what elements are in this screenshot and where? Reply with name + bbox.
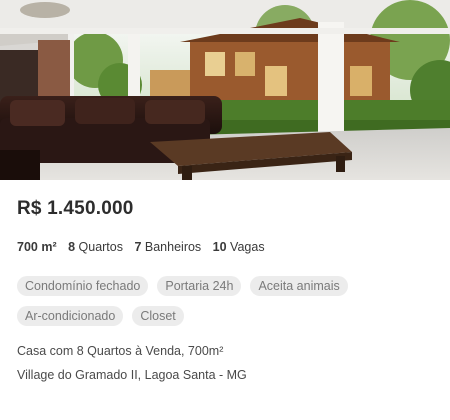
feature-area: 700 m² [17,240,57,254]
listing-features: 700 m² 8 Quartos 7 Banheiros 10 Vagas [17,240,273,254]
feature-bedrooms-label: Quartos [75,240,123,254]
tag-animais: Aceita animais [250,276,348,296]
property-photo-image [0,0,450,180]
property-photo[interactable] [0,0,450,180]
listing-title[interactable]: Casa com 8 Quartos à Venda, 700m² [17,344,223,358]
next-section-hint [17,414,277,420]
feature-parking-label: Vagas [226,240,265,254]
tag-condominio: Condomínio fechado [17,276,149,296]
amenity-tags: Condomínio fechado Portaria 24h Aceita a… [17,276,437,336]
feature-bathrooms: 7 Banheiros [134,240,201,254]
feature-parking: 10 Vagas [213,240,265,254]
feature-bathrooms-label: Banheiros [141,240,202,254]
property-card[interactable]: R$ 1.450.000 700 m² 8 Quartos 7 Banheiro… [0,0,450,420]
feature-parking-value: 10 [212,240,227,254]
tag-portaria: Portaria 24h [157,276,242,296]
tag-closet: Closet [132,306,184,326]
listing-address: Village do Gramado II, Lagoa Santa - MG [17,368,247,382]
feature-area-value: 700 m² [17,240,57,254]
listing-price: R$ 1.450.000 [17,198,134,219]
tag-ar-condicionado: Ar-condicionado [17,306,124,326]
feature-bedrooms: 8 Quartos [68,240,123,254]
feature-bedrooms-value: 8 [68,240,76,254]
